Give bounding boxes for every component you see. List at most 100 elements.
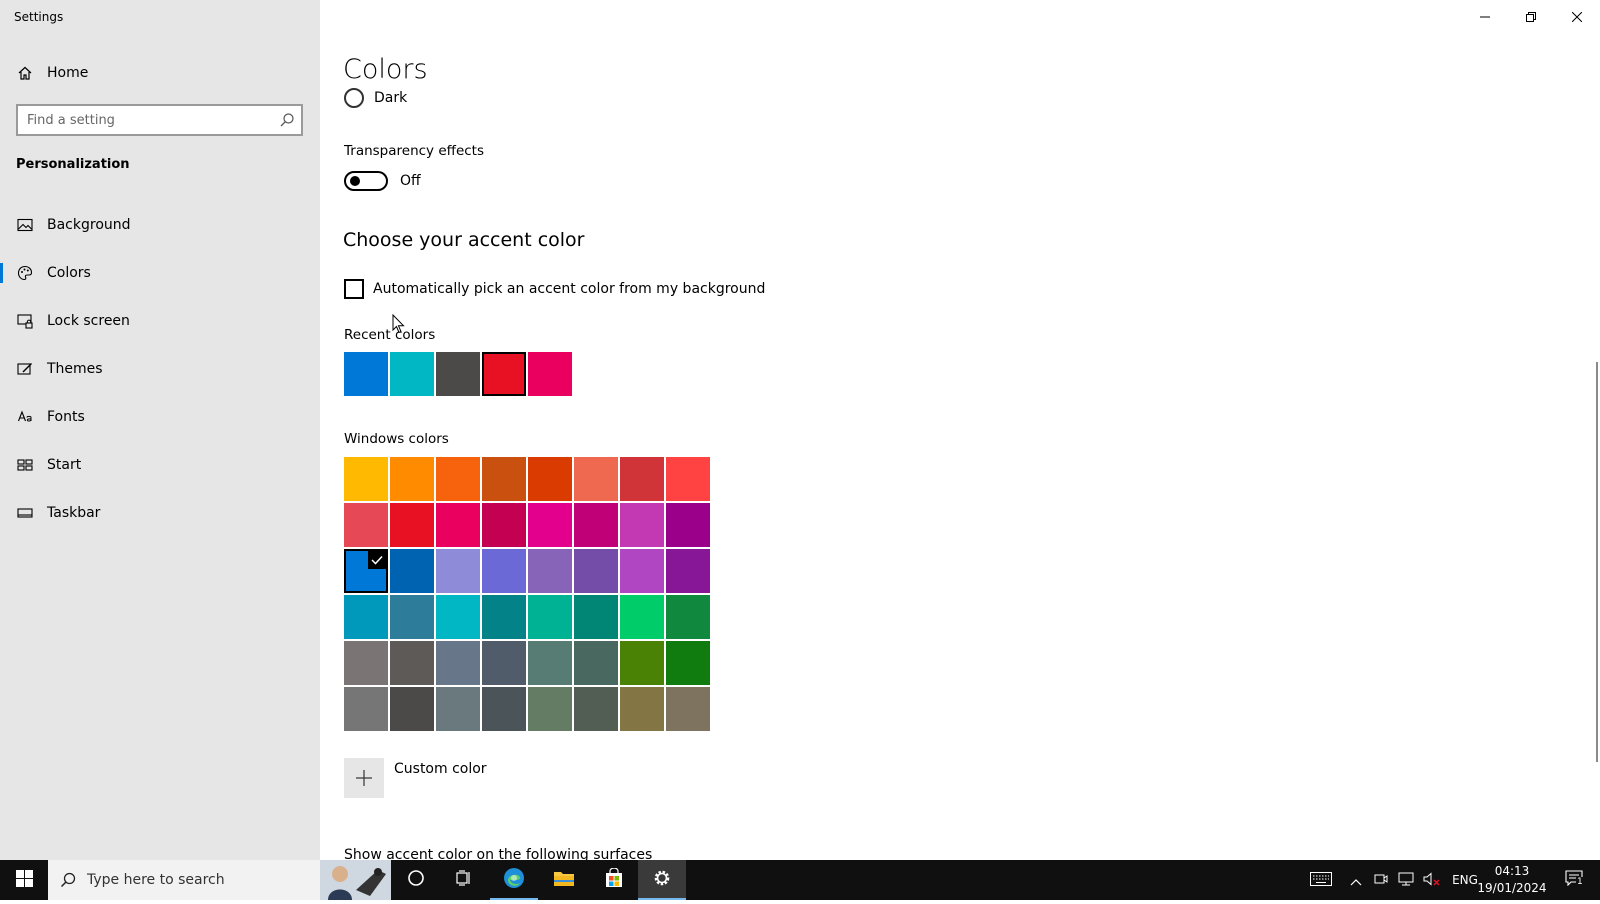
volume-muted-icon (1423, 871, 1441, 890)
windows-color-swatch[interactable] (528, 503, 572, 547)
sidebar-item-background[interactable]: Background (0, 205, 320, 245)
windows-color-swatch[interactable] (666, 457, 710, 501)
windows-color-swatch[interactable] (436, 549, 480, 593)
windows-color-swatch[interactable] (390, 457, 434, 501)
sidebar-item-label: Fonts (47, 409, 85, 425)
windows-color-swatch[interactable] (574, 687, 618, 731)
tray-volume-button[interactable] (1420, 860, 1444, 900)
transparency-toggle[interactable] (344, 171, 388, 191)
windows-color-swatch[interactable] (482, 549, 526, 593)
notification-center-button[interactable]: 1 (1554, 860, 1594, 900)
auto-pick-option[interactable]: Automatically pick an accent color from … (344, 279, 765, 299)
sidebar-item-lock-screen[interactable]: Lock screen (0, 301, 320, 341)
windows-colors-grid (344, 457, 710, 731)
windows-color-swatch[interactable] (436, 457, 480, 501)
taskbar-settings[interactable] (638, 860, 686, 900)
folder-icon (553, 869, 575, 891)
windows-color-swatch[interactable] (528, 687, 572, 731)
recent-color-swatch[interactable] (482, 352, 526, 396)
windows-color-swatch[interactable] (436, 641, 480, 685)
sidebar-item-colors[interactable]: Colors (0, 253, 320, 293)
scrollbar[interactable] (1596, 362, 1598, 762)
accent-heading: Choose your accent color (343, 229, 585, 251)
recent-color-swatch[interactable] (436, 352, 480, 396)
cortana-button[interactable] (392, 860, 440, 900)
sidebar-item-start[interactable]: Start (0, 445, 320, 485)
windows-color-swatch[interactable] (620, 687, 664, 731)
windows-color-swatch[interactable] (528, 641, 572, 685)
windows-color-swatch[interactable] (574, 457, 618, 501)
windows-color-swatch[interactable] (482, 687, 526, 731)
windows-color-swatch[interactable] (482, 457, 526, 501)
tray-overflow-button[interactable] (1346, 860, 1366, 900)
windows-color-swatch[interactable] (390, 687, 434, 731)
gear-icon (652, 868, 672, 892)
input-indicator-button[interactable] (1306, 860, 1336, 900)
home-icon (16, 64, 34, 82)
picture-icon (16, 216, 34, 234)
windows-color-swatch[interactable] (666, 641, 710, 685)
windows-color-swatch[interactable] (574, 549, 618, 593)
windows-color-swatch[interactable] (436, 503, 480, 547)
sidebar-item-taskbar[interactable]: Taskbar (0, 493, 320, 533)
recent-colors (344, 352, 574, 396)
windows-color-swatch[interactable] (620, 457, 664, 501)
windows-color-swatch[interactable] (436, 595, 480, 639)
dark-radio[interactable] (344, 88, 364, 108)
windows-color-swatch[interactable] (482, 641, 526, 685)
task-view-icon (455, 869, 473, 891)
windows-color-swatch[interactable] (344, 457, 388, 501)
store-icon (604, 867, 624, 892)
windows-color-swatch[interactable] (344, 595, 388, 639)
windows-color-swatch[interactable] (344, 687, 388, 731)
windows-color-swatch[interactable] (620, 503, 664, 547)
custom-color-button[interactable]: Custom color (344, 758, 487, 798)
windows-color-swatch[interactable] (574, 595, 618, 639)
taskbar-store[interactable] (590, 860, 638, 900)
taskbar-search[interactable]: Type here to search (48, 860, 391, 900)
search-icon[interactable] (279, 112, 295, 128)
windows-color-swatch[interactable] (620, 641, 664, 685)
windows-color-swatch[interactable] (528, 549, 572, 593)
windows-color-swatch[interactable] (574, 641, 618, 685)
windows-color-swatch[interactable] (666, 595, 710, 639)
taskbar-file-explorer[interactable] (540, 860, 588, 900)
start-button[interactable] (0, 860, 48, 900)
windows-color-swatch[interactable] (574, 503, 618, 547)
tray-meet-button[interactable] (1370, 860, 1392, 900)
windows-color-swatch[interactable] (666, 549, 710, 593)
auto-pick-checkbox[interactable] (344, 279, 364, 299)
search-input[interactable] (18, 106, 258, 134)
recent-color-swatch[interactable] (390, 352, 434, 396)
windows-color-swatch[interactable] (436, 687, 480, 731)
task-view-button[interactable] (440, 860, 488, 900)
windows-color-swatch[interactable] (528, 595, 572, 639)
clock[interactable]: 04:13 19/01/2024 (1472, 863, 1552, 897)
windows-color-swatch[interactable] (482, 595, 526, 639)
windows-color-swatch[interactable] (344, 641, 388, 685)
windows-color-swatch[interactable] (528, 457, 572, 501)
windows-color-swatch[interactable] (482, 503, 526, 547)
windows-color-swatch[interactable] (620, 549, 664, 593)
recent-color-swatch[interactable] (528, 352, 572, 396)
dark-mode-option[interactable]: Dark (344, 88, 407, 108)
windows-color-swatch[interactable] (344, 549, 388, 593)
surfaces-label: Show accent color on the following surfa… (344, 847, 653, 860)
taskbar: Type here to search ENG 04:13 19/01/2024… (0, 860, 1600, 900)
settings-search[interactable] (16, 104, 303, 136)
sidebar-item-themes[interactable]: Themes (0, 349, 320, 389)
sidebar-item-home[interactable]: Home (0, 53, 320, 93)
windows-color-swatch[interactable] (344, 503, 388, 547)
windows-color-swatch[interactable] (390, 595, 434, 639)
windows-color-swatch[interactable] (390, 549, 434, 593)
windows-color-swatch[interactable] (666, 687, 710, 731)
windows-color-swatch[interactable] (666, 503, 710, 547)
windows-color-swatch[interactable] (390, 503, 434, 547)
recent-color-swatch[interactable] (344, 352, 388, 396)
tray-network-button[interactable] (1394, 860, 1418, 900)
taskbar-edge[interactable] (490, 860, 538, 900)
sidebar-item-fonts[interactable]: Fonts (0, 397, 320, 437)
windows-color-swatch[interactable] (390, 641, 434, 685)
chevron-up-icon (1350, 871, 1362, 890)
windows-color-swatch[interactable] (620, 595, 664, 639)
